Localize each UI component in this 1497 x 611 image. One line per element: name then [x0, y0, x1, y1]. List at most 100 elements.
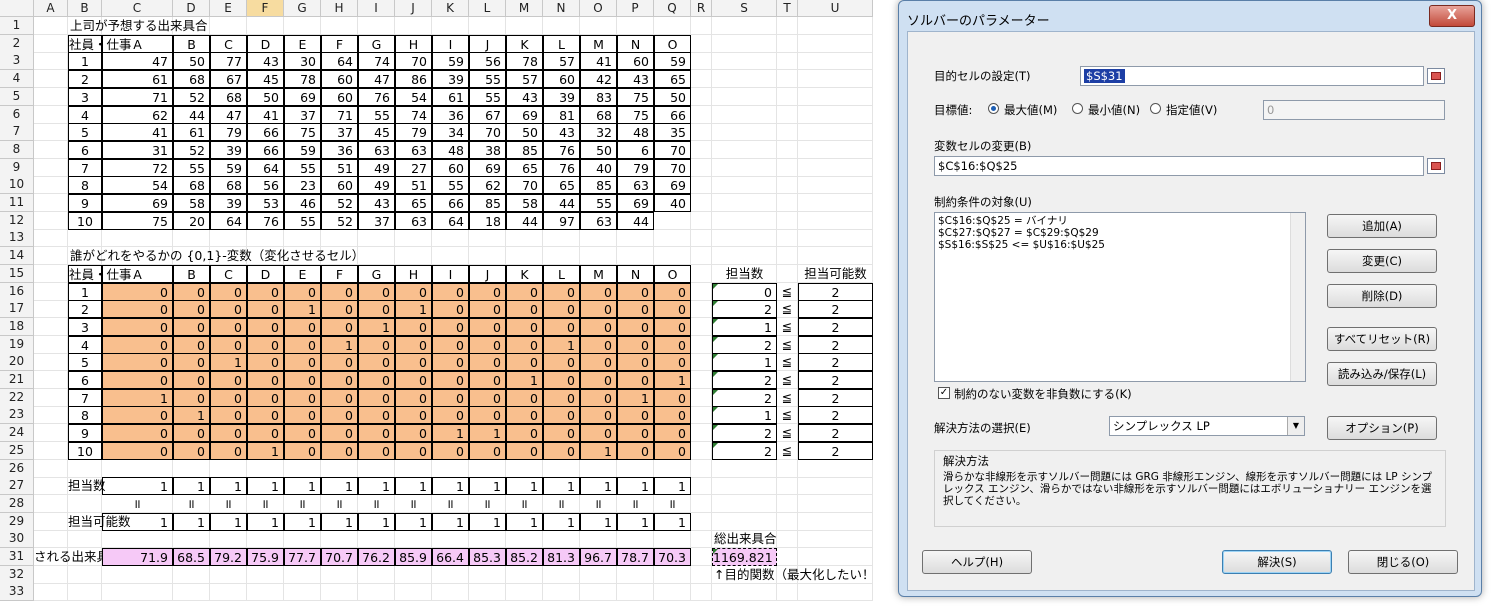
row-header[interactable]: 33 — [0, 583, 34, 602]
equals-symbol[interactable]: ॥ — [506, 494, 543, 513]
grid-cell[interactable] — [432, 583, 469, 602]
grid-cell[interactable] — [102, 459, 173, 478]
grid-cell[interactable] — [580, 583, 617, 602]
capacity-count-cell[interactable]: 1 — [543, 512, 580, 531]
score-cell[interactable]: 49 — [358, 158, 395, 177]
grid-cell[interactable] — [34, 211, 68, 230]
variable-cell[interactable]: 1 — [284, 300, 321, 319]
grid-cell[interactable] — [210, 229, 247, 248]
variable-cell[interactable]: 0 — [506, 388, 543, 407]
score-cell[interactable]: 64 — [210, 211, 247, 230]
row-header[interactable]: 1 — [0, 17, 34, 35]
capacity-cell[interactable]: 2 — [798, 424, 873, 443]
grid-cell[interactable] — [712, 87, 777, 106]
grid-cell[interactable] — [777, 87, 798, 106]
equals-symbol[interactable]: ॥ — [395, 494, 432, 513]
grid-cell[interactable] — [102, 583, 173, 602]
grid-cell[interactable] — [777, 34, 798, 53]
variable-cell[interactable]: 0 — [395, 424, 432, 443]
performance-cell[interactable]: 75.9 — [247, 548, 284, 566]
assign-count-cell[interactable]: 0 — [712, 282, 777, 301]
score-cell[interactable]: 53 — [247, 194, 284, 212]
score-cell[interactable]: 43 — [247, 52, 284, 71]
variable-cell[interactable]: 0 — [102, 424, 173, 443]
grid-cell[interactable] — [691, 229, 712, 248]
variable-cell[interactable]: 0 — [506, 317, 543, 336]
score-cell[interactable]: 6 — [617, 140, 654, 159]
grid-cell[interactable] — [691, 300, 712, 319]
score-cell[interactable]: 42 — [580, 70, 617, 89]
score-cell[interactable]: 47 — [358, 70, 395, 89]
score-cell[interactable]: 66 — [247, 123, 284, 142]
score-cell[interactable]: 31 — [102, 140, 173, 159]
grid-cell[interactable] — [654, 211, 691, 230]
equals-symbol[interactable]: ॥ — [321, 494, 358, 513]
row-header[interactable]: 8 — [0, 140, 34, 159]
job-header-2[interactable]: B — [173, 264, 210, 283]
grid-cell[interactable] — [358, 459, 395, 478]
constraint-item[interactable]: $C$16:$Q$25 = バイナリ — [938, 215, 1305, 227]
grid-cell[interactable] — [798, 247, 873, 266]
grid-cell[interactable] — [432, 565, 469, 584]
assigned-count-cell[interactable]: 1 — [617, 477, 654, 496]
assigned-count-cell[interactable]: 1 — [432, 477, 469, 496]
variable-cell[interactable]: 0 — [580, 282, 617, 301]
column-header[interactable]: H — [321, 0, 358, 17]
grid-cell[interactable] — [777, 52, 798, 71]
variable-cell[interactable]: 0 — [247, 300, 284, 319]
score-cell[interactable]: 66 — [654, 105, 691, 124]
grid-cell[interactable] — [798, 87, 873, 106]
capacity-cell[interactable]: 2 — [798, 406, 873, 425]
grid-cell[interactable] — [777, 17, 798, 35]
grid-cell[interactable] — [777, 194, 798, 212]
grid-cell[interactable] — [712, 158, 777, 177]
score-cell[interactable]: 20 — [173, 211, 210, 230]
variable-cell[interactable]: 0 — [580, 424, 617, 443]
grid-cell[interactable] — [798, 583, 873, 602]
grid-cell[interactable] — [34, 371, 68, 389]
score-cell[interactable]: 55 — [284, 158, 321, 177]
row-header[interactable]: 15 — [0, 264, 34, 283]
score-cell[interactable]: 58 — [506, 194, 543, 212]
row-header[interactable]: 6 — [0, 105, 34, 124]
grid-cell[interactable] — [284, 565, 321, 584]
close-dialog-button[interactable]: 閉じる(O) — [1348, 550, 1458, 574]
assign-count-cell[interactable]: 1 — [712, 406, 777, 425]
employee-label-2[interactable]: 8 — [68, 406, 102, 425]
variable-cell[interactable]: 0 — [284, 388, 321, 407]
grid-cell[interactable] — [395, 583, 432, 602]
variable-cell[interactable]: 0 — [617, 441, 654, 460]
grid-cell[interactable] — [34, 247, 68, 266]
variable-cell[interactable]: 0 — [543, 424, 580, 443]
grid-cell[interactable] — [712, 123, 777, 142]
column-header[interactable]: S — [712, 0, 777, 17]
grid-cell[interactable] — [173, 459, 210, 478]
score-cell[interactable]: 63 — [617, 176, 654, 195]
variable-cell[interactable]: 0 — [247, 282, 284, 301]
constraints-list[interactable]: $C$16:$Q$25 = バイナリ $C$27:$Q$27 = $C$29:$… — [934, 212, 1306, 382]
grid-cell[interactable] — [777, 583, 798, 602]
variable-cell[interactable]: 0 — [395, 441, 432, 460]
grid-cell[interactable] — [321, 229, 358, 248]
score-cell[interactable]: 65 — [506, 158, 543, 177]
variable-cell[interactable]: 0 — [284, 317, 321, 336]
variable-cell[interactable]: 0 — [102, 441, 173, 460]
equals-symbol[interactable]: ॥ — [469, 494, 506, 513]
score-cell[interactable]: 55 — [432, 176, 469, 195]
score-cell[interactable]: 79 — [395, 123, 432, 142]
grid-cell[interactable] — [321, 530, 358, 549]
variable-cell[interactable]: 0 — [654, 282, 691, 301]
score-cell[interactable]: 67 — [469, 105, 506, 124]
corner-label[interactable]: 社員・仕事 — [68, 34, 132, 53]
variable-cell[interactable]: 0 — [358, 388, 395, 407]
grid-cell[interactable] — [102, 565, 173, 584]
variable-cell[interactable]: 0 — [469, 388, 506, 407]
grid-cell[interactable] — [798, 477, 873, 496]
job-header-2[interactable]: C — [210, 264, 247, 283]
performance-cell[interactable]: 77.7 — [284, 548, 321, 566]
grid-cell[interactable] — [798, 70, 873, 89]
column-header[interactable]: T — [777, 0, 798, 17]
variable-cell[interactable]: 0 — [102, 317, 173, 336]
employee-label[interactable]: 5 — [68, 123, 102, 142]
grid-cell[interactable] — [68, 530, 102, 549]
